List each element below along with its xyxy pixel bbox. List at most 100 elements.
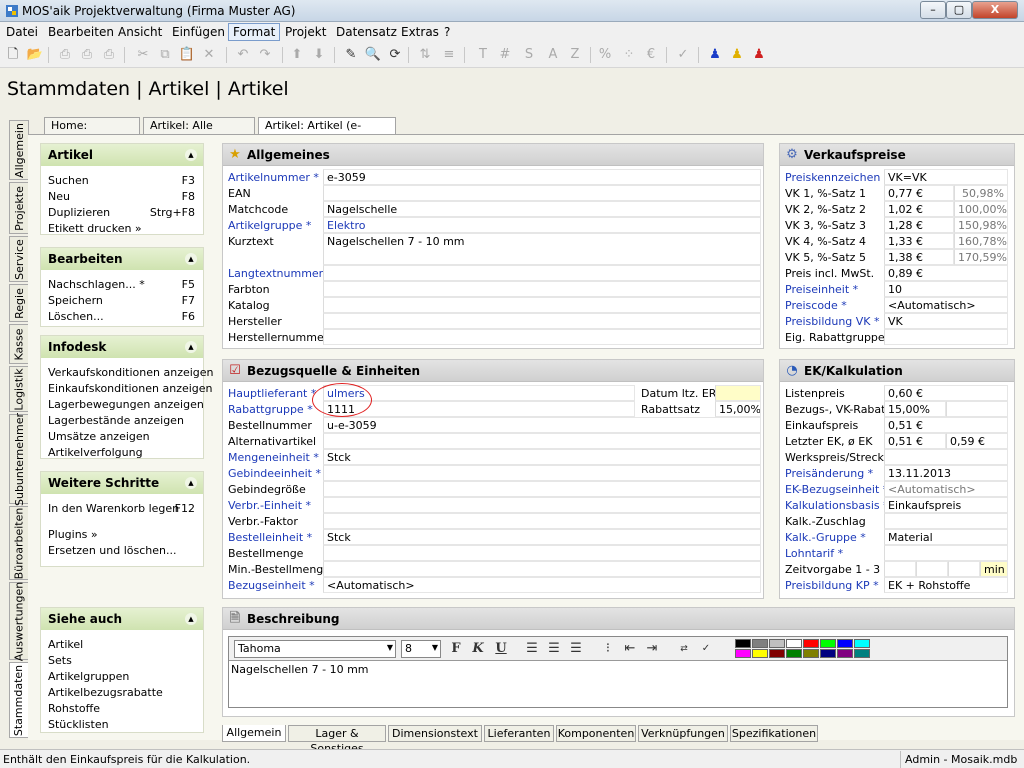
color-swatch[interactable] bbox=[803, 649, 819, 658]
langtextnummer-field[interactable] bbox=[323, 265, 761, 281]
bold-icon[interactable]: F bbox=[447, 640, 465, 658]
color-swatch[interactable] bbox=[837, 649, 853, 658]
listenpreis-field[interactable]: 0,60 € bbox=[884, 385, 1008, 401]
menu-extras[interactable]: Extras bbox=[401, 25, 439, 39]
color-swatch[interactable] bbox=[752, 639, 768, 648]
color-swatch[interactable] bbox=[820, 639, 836, 648]
zeitvorgabe-3-field[interactable] bbox=[948, 561, 980, 577]
color-swatch[interactable] bbox=[837, 639, 853, 648]
open-folder-icon[interactable]: 📂 bbox=[26, 46, 44, 64]
durchschnitt-ek-field[interactable]: 0,59 € bbox=[946, 433, 1008, 449]
link-rohstoffe[interactable]: Rohstoffe bbox=[41, 700, 203, 716]
farbton-field[interactable] bbox=[323, 281, 761, 297]
tab-allgemein[interactable]: Allgemein bbox=[222, 725, 286, 742]
color-swatch[interactable] bbox=[803, 639, 819, 648]
text-a-icon[interactable]: A bbox=[544, 46, 562, 64]
hash-icon[interactable]: # bbox=[496, 46, 514, 64]
tab-lager-sonstiges[interactable]: Lager & Sonstiges bbox=[288, 725, 386, 755]
user-blue-icon[interactable]: ♟ bbox=[706, 46, 724, 64]
action-neu[interactable]: Neu F8 bbox=[41, 188, 203, 204]
close-button[interactable]: X bbox=[972, 1, 1018, 19]
preisbildung-kp-field[interactable]: EK + Rohstoffe bbox=[884, 577, 1008, 593]
section-header[interactable]: Infodesk ▲ bbox=[41, 336, 203, 358]
color-swatch[interactable] bbox=[769, 639, 785, 648]
link-stuecklisten[interactable]: Stücklisten bbox=[41, 716, 203, 732]
align-right-icon[interactable]: ☰ bbox=[567, 640, 585, 658]
section-header[interactable]: Siehe auch ▲ bbox=[41, 608, 203, 630]
gebindeeinheit-field[interactable] bbox=[323, 465, 761, 481]
currency-icon[interactable]: € bbox=[642, 46, 660, 64]
print-icon[interactable]: ⎙ bbox=[56, 46, 74, 64]
collapse-icon[interactable]: ▲ bbox=[185, 341, 197, 353]
text-z-icon[interactable]: Z bbox=[566, 46, 584, 64]
tab-home-startseite[interactable]: Home: Startseite bbox=[44, 117, 140, 148]
herstellernummer-field[interactable] bbox=[323, 329, 761, 345]
spellcheck-icon[interactable]: ✓ bbox=[697, 640, 715, 658]
preisaenderung-field[interactable]: 13.11.2013 bbox=[884, 465, 1008, 481]
bezugsrabatt-field[interactable]: 15,00% bbox=[884, 401, 946, 417]
refresh-icon[interactable]: ⟳ bbox=[386, 46, 404, 64]
menu-ansicht[interactable]: Ansicht bbox=[118, 25, 162, 39]
kalk-zuschlag-field[interactable] bbox=[884, 513, 1008, 529]
color-swatch[interactable] bbox=[786, 649, 802, 658]
redo-icon[interactable]: ↷ bbox=[256, 46, 274, 64]
action-etikett-drucken[interactable]: Etikett drucken » bbox=[41, 220, 203, 236]
link-sets[interactable]: Sets bbox=[41, 652, 203, 668]
tab-alle-artikel[interactable]: Artikel: Alle Artikel✖ bbox=[143, 117, 255, 148]
alternativartikel-field[interactable] bbox=[323, 433, 761, 449]
print-setup-icon[interactable]: ⎙ bbox=[100, 46, 118, 64]
arrow-up-icon[interactable]: ⬆ bbox=[288, 46, 306, 64]
link-einkaufskonditionen[interactable]: Einkaufskonditionen anzeigen bbox=[41, 380, 213, 396]
link-lagerbewegungen[interactable]: Lagerbewegungen anzeigen bbox=[41, 396, 204, 412]
color-swatch[interactable] bbox=[735, 639, 751, 648]
hersteller-field[interactable] bbox=[323, 313, 761, 329]
font-select[interactable]: Tahoma ▼ bbox=[234, 640, 396, 658]
color-swatch[interactable] bbox=[752, 649, 768, 658]
section-header[interactable]: Bearbeiten ▲ bbox=[41, 248, 203, 270]
menu-bearbeiten[interactable]: Bearbeiten bbox=[48, 25, 114, 39]
paste-icon[interactable]: 📋 bbox=[178, 46, 196, 64]
artikelnummer-field[interactable]: e-3059 bbox=[323, 169, 761, 185]
preisbildung-vk-field[interactable]: VK bbox=[884, 313, 1008, 329]
action-ersetzen-loeschen[interactable]: Ersetzen und löschen... bbox=[41, 542, 203, 558]
verbr-einheit-field[interactable] bbox=[323, 497, 761, 513]
text-t-icon[interactable]: T bbox=[474, 46, 492, 64]
print-preview-icon[interactable]: ⎙ bbox=[78, 46, 96, 64]
datum-er-field[interactable] bbox=[715, 385, 761, 401]
bullet-list-icon[interactable]: ⁝ bbox=[599, 640, 617, 658]
color-swatch[interactable] bbox=[854, 649, 870, 658]
vk2-field[interactable]: 1,02 € bbox=[884, 201, 954, 217]
vtab-bueroarbeiten[interactable]: Büroarbeiten bbox=[9, 506, 29, 580]
link-plugins[interactable]: Plugins » bbox=[41, 526, 203, 542]
einkaufspreis-field[interactable]: 0,51 € bbox=[884, 417, 1008, 433]
link-verkaufskonditionen[interactable]: Verkaufskonditionen anzeigen bbox=[41, 364, 214, 380]
vtab-logistik[interactable]: Logistik bbox=[9, 366, 29, 412]
undo-icon[interactable]: ↶ bbox=[234, 46, 252, 64]
verbr-faktor-field[interactable] bbox=[323, 513, 761, 529]
indent-icon[interactable]: ⇥ bbox=[643, 640, 661, 658]
zeitvorgabe-2-field[interactable] bbox=[916, 561, 948, 577]
bezugseinheit-field[interactable]: <Automatisch> bbox=[323, 577, 761, 593]
letzter-ek-field[interactable]: 0,51 € bbox=[884, 433, 946, 449]
vtab-kasse[interactable]: Kasse bbox=[9, 324, 29, 364]
align-left-icon[interactable]: ☰ bbox=[523, 640, 541, 658]
menu-format[interactable]: Format bbox=[228, 23, 281, 41]
link-artikelverfolgung[interactable]: Artikelverfolgung bbox=[41, 444, 203, 460]
color-swatch[interactable] bbox=[854, 639, 870, 648]
collapse-icon[interactable]: ▲ bbox=[185, 477, 197, 489]
kurztext-field[interactable]: Nagelschellen 7 - 10 mm bbox=[323, 233, 761, 265]
action-suchen[interactable]: Suchen F3 bbox=[41, 172, 203, 188]
vk4-field[interactable]: 1,33 € bbox=[884, 233, 954, 249]
vk3-percent-field[interactable]: 150,98% bbox=[954, 217, 1008, 233]
action-speichern[interactable]: Speichern F7 bbox=[41, 292, 203, 308]
artikelgruppe-field[interactable]: Elektro bbox=[323, 217, 761, 233]
zeitvorgabe-1-field[interactable] bbox=[884, 561, 916, 577]
copy-icon[interactable]: ⧉ bbox=[156, 46, 174, 64]
align-center-icon[interactable]: ☰ bbox=[545, 640, 563, 658]
menu-datei[interactable]: Datei bbox=[6, 25, 38, 39]
vtab-service[interactable]: Service bbox=[9, 236, 29, 282]
menu-projekt[interactable]: Projekt bbox=[285, 25, 326, 39]
bestellnummer-field[interactable]: u-e-3059 bbox=[323, 417, 761, 433]
tab-dimensionstext[interactable]: Dimensionstext bbox=[388, 725, 482, 742]
tab-komponenten[interactable]: Komponenten bbox=[556, 725, 636, 742]
